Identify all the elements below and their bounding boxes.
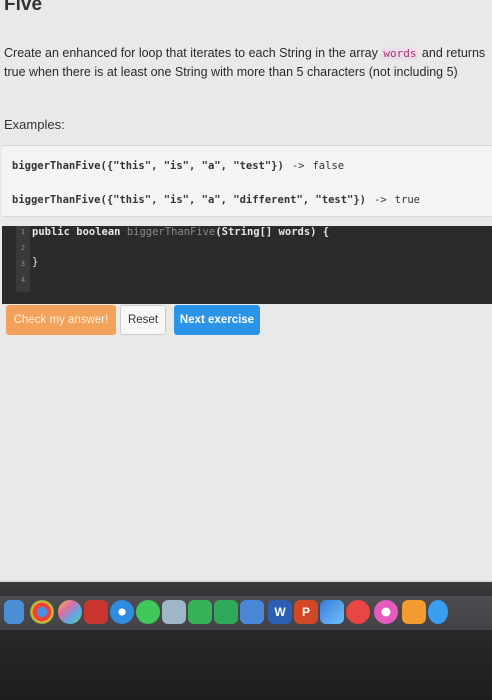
examples-box: biggerThanFive({"this", "is", "a", "test… <box>2 145 492 217</box>
example-call: biggerThanFive({"this", "is", "a", "diff… <box>12 194 367 206</box>
app-store-icon[interactable] <box>428 600 448 624</box>
example-row: biggerThanFive({"this", "is", "a", "diff… <box>12 194 420 206</box>
example-result: true <box>394 194 420 206</box>
page-title: Five <box>4 0 43 15</box>
keynote-icon[interactable] <box>240 600 264 624</box>
finder-icon[interactable] <box>4 600 24 624</box>
safari-icon[interactable] <box>110 600 134 624</box>
messages-icon[interactable] <box>136 600 160 624</box>
example-call: biggerThanFive({"this", "is", "a", "test… <box>12 160 284 172</box>
description-keyword: words <box>381 47 419 60</box>
line-number: 4 <box>20 276 26 284</box>
news-icon[interactable] <box>346 600 370 624</box>
word-letter: W <box>274 605 286 619</box>
powerpoint-icon[interactable]: P <box>294 600 318 624</box>
ibooks-icon[interactable] <box>402 600 426 624</box>
preview-icon[interactable] <box>162 600 186 624</box>
word-icon[interactable]: W <box>268 600 292 624</box>
examples-heading: Examples: <box>4 117 65 132</box>
exercise-page: Five Create an enhanced for loop that it… <box>0 0 492 580</box>
numbers-icon[interactable] <box>214 600 238 624</box>
example-arrow: -> <box>291 160 305 172</box>
facetime-icon[interactable] <box>188 600 212 624</box>
exercise-description: Create an enhanced for loop that iterate… <box>4 44 488 81</box>
photos-icon[interactable] <box>58 600 82 624</box>
example-result: false <box>312 160 345 172</box>
line-number-gutter: 1 2 3 4 <box>16 226 30 292</box>
code-keywords: public boolean <box>32 226 127 238</box>
code-line-3[interactable]: } <box>32 256 38 268</box>
description-text-start: Create an enhanced for loop that iterate… <box>4 46 382 60</box>
code-line-1[interactable]: public boolean biggerThanFive(String[] w… <box>32 226 329 238</box>
code-method-name: biggerThanFive <box>126 226 216 238</box>
itunes-icon[interactable] <box>374 600 398 624</box>
photos-app-icon[interactable] <box>320 600 344 624</box>
reset-button[interactable]: Reset <box>120 305 166 335</box>
code-params: (String[] words) { <box>215 226 330 238</box>
line-number: 1 <box>20 228 26 236</box>
next-exercise-button[interactable]: Next exercise <box>174 305 260 335</box>
line-number: 2 <box>20 244 26 252</box>
chrome-icon[interactable] <box>30 600 54 624</box>
example-row: biggerThanFive({"this", "is", "a", "test… <box>12 160 344 172</box>
check-answer-button[interactable]: Check my answer! <box>6 305 116 335</box>
example-arrow: -> <box>374 194 387 206</box>
dock: W P <box>0 582 492 700</box>
powerpoint-letter: P <box>301 605 310 619</box>
photo-booth-icon[interactable] <box>84 600 108 624</box>
line-number: 3 <box>20 260 26 268</box>
code-editor[interactable]: 1 2 3 4 public boolean biggerThanFive(St… <box>2 226 492 304</box>
